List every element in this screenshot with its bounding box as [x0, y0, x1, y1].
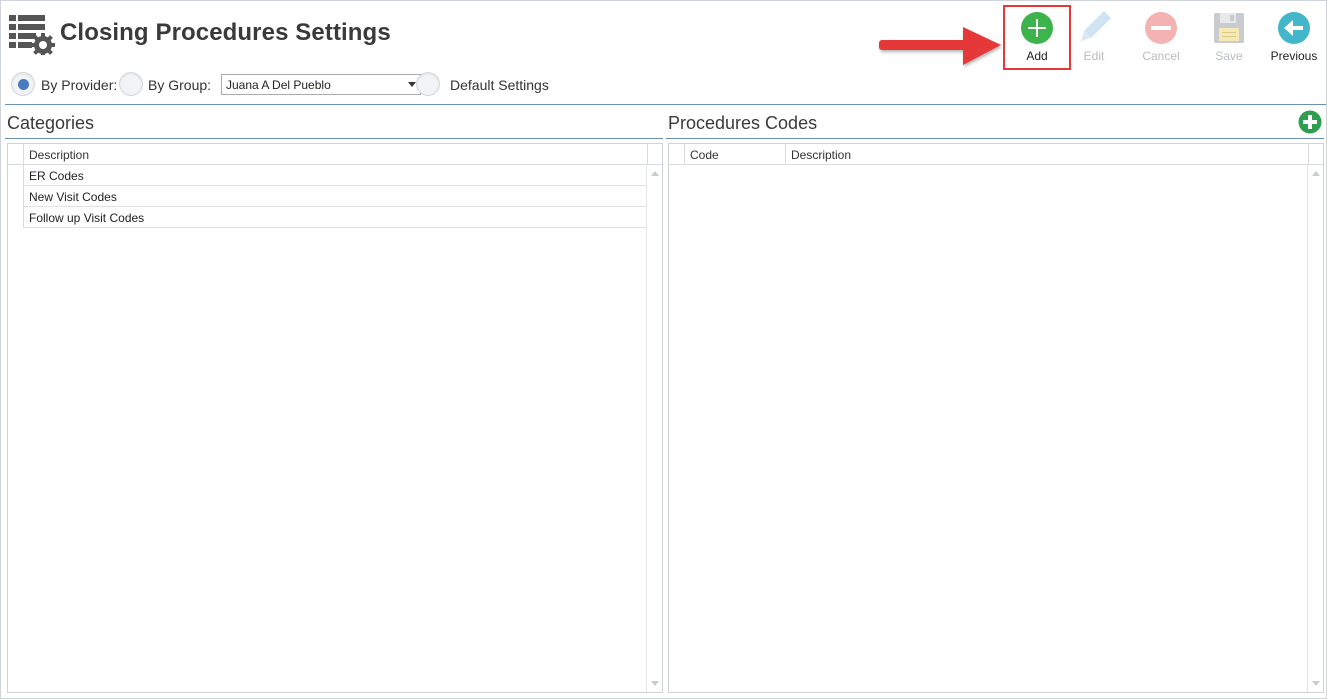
- categories-scrollbar[interactable]: [646, 165, 662, 692]
- categories-rule: [5, 138, 663, 139]
- header-divider: [5, 104, 1326, 105]
- add-procedure-plus-icon[interactable]: [1298, 110, 1322, 134]
- procedures-scrollbar[interactable]: [1307, 165, 1323, 692]
- add-label: Add: [1026, 49, 1048, 63]
- list-settings-icon: [9, 15, 55, 55]
- pencil-icon: [1080, 11, 1111, 42]
- scroll-up-icon[interactable]: [1312, 171, 1320, 176]
- column-header-spacer: [647, 144, 663, 164]
- group-select[interactable]: Juana A Del Pueblo: [221, 74, 421, 95]
- categories-grid: Description ER Codes New Visit Codes Fol…: [7, 143, 663, 693]
- edit-label: Edit: [1083, 49, 1105, 63]
- save-button[interactable]: Save: [1198, 9, 1260, 65]
- procedures-rule: [666, 138, 1324, 139]
- save-label: Save: [1215, 49, 1243, 63]
- column-header-description[interactable]: Description: [785, 144, 1308, 164]
- column-header-description[interactable]: Description: [23, 144, 647, 164]
- column-header-code[interactable]: Code: [684, 144, 785, 164]
- categories-grid-header: Description: [8, 144, 662, 165]
- group-select-value: Juana A Del Pueblo: [226, 78, 331, 92]
- table-row[interactable]: Follow up Visit Codes: [24, 207, 646, 228]
- procedures-grid: Code Description: [668, 143, 1324, 693]
- previous-button[interactable]: Previous: [1263, 9, 1325, 65]
- add-button[interactable]: Add: [1006, 9, 1068, 65]
- scroll-down-icon[interactable]: [1312, 681, 1320, 686]
- by-provider-radio[interactable]: [11, 72, 35, 96]
- previous-label: Previous: [1270, 49, 1318, 63]
- edit-button[interactable]: Edit: [1063, 9, 1125, 65]
- default-settings-label: Default Settings: [450, 77, 549, 93]
- plus-circle-icon: [1021, 12, 1053, 44]
- arrow-left-circle-icon: [1278, 12, 1310, 44]
- cancel-button[interactable]: Cancel: [1130, 9, 1192, 65]
- table-row[interactable]: New Visit Codes: [24, 186, 646, 207]
- floppy-disk-icon: [1214, 13, 1244, 43]
- by-group-label: By Group:: [148, 77, 212, 93]
- app-window: Closing Procedures Settings Add Edit Can…: [0, 0, 1327, 699]
- annotation-arrow-icon: [879, 27, 1001, 65]
- procedures-title: Procedures Codes: [668, 113, 818, 133]
- procedures-grid-header: Code Description: [669, 144, 1323, 165]
- default-settings-radio[interactable]: [416, 72, 440, 96]
- by-provider-label: By Provider:: [41, 77, 118, 93]
- table-row[interactable]: ER Codes: [24, 165, 646, 186]
- page-title: Closing Procedures Settings: [60, 19, 391, 46]
- scroll-down-icon[interactable]: [651, 681, 659, 686]
- column-header-spacer: [1308, 144, 1324, 164]
- scroll-up-icon[interactable]: [651, 171, 659, 176]
- cancel-label: Cancel: [1142, 49, 1180, 63]
- chevron-down-icon: [408, 82, 416, 87]
- minus-circle-icon: [1145, 12, 1177, 44]
- by-group-radio[interactable]: [119, 72, 143, 96]
- categories-title: Categories: [7, 113, 95, 133]
